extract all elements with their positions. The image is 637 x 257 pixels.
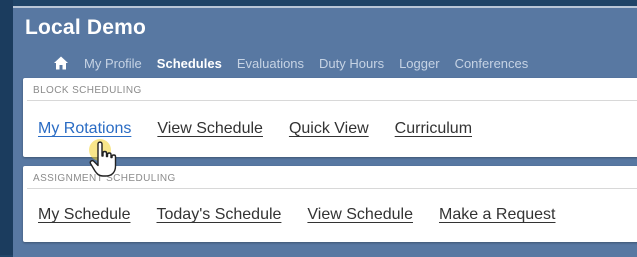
window-edge	[0, 0, 13, 255]
todays-schedule-link[interactable]: Today's Schedule	[157, 206, 282, 224]
nav-evaluations[interactable]: Evaluations	[237, 56, 304, 71]
my-schedule-link[interactable]: My Schedule	[38, 206, 131, 224]
divider	[27, 100, 637, 101]
view-schedule-link-2[interactable]: View Schedule	[307, 206, 413, 224]
divider	[27, 188, 637, 189]
block-scheduling-links: My Rotations View Schedule Quick View Cu…	[38, 120, 472, 138]
hand-cursor-icon	[86, 138, 126, 182]
my-rotations-link[interactable]: My Rotations	[38, 120, 131, 138]
nav-logger[interactable]: Logger	[399, 56, 439, 71]
curriculum-link[interactable]: Curriculum	[395, 120, 472, 138]
assignment-scheduling-links: My Schedule Today's Schedule View Schedu…	[38, 206, 556, 224]
nav-my-profile[interactable]: My Profile	[84, 56, 142, 71]
view-schedule-link[interactable]: View Schedule	[157, 120, 263, 138]
quick-view-link[interactable]: Quick View	[289, 120, 369, 138]
nav-duty-hours[interactable]: Duty Hours	[319, 56, 384, 71]
nav-schedules[interactable]: Schedules	[157, 56, 222, 71]
app-title: Local Demo	[25, 16, 147, 39]
nav-conferences[interactable]: Conferences	[455, 56, 529, 71]
make-a-request-link[interactable]: Make a Request	[439, 206, 556, 224]
block-scheduling-heading: BLOCK SCHEDULING	[33, 85, 142, 96]
main-nav: My Profile Schedules Evaluations Duty Ho…	[53, 52, 528, 74]
home-icon[interactable]	[53, 55, 69, 71]
